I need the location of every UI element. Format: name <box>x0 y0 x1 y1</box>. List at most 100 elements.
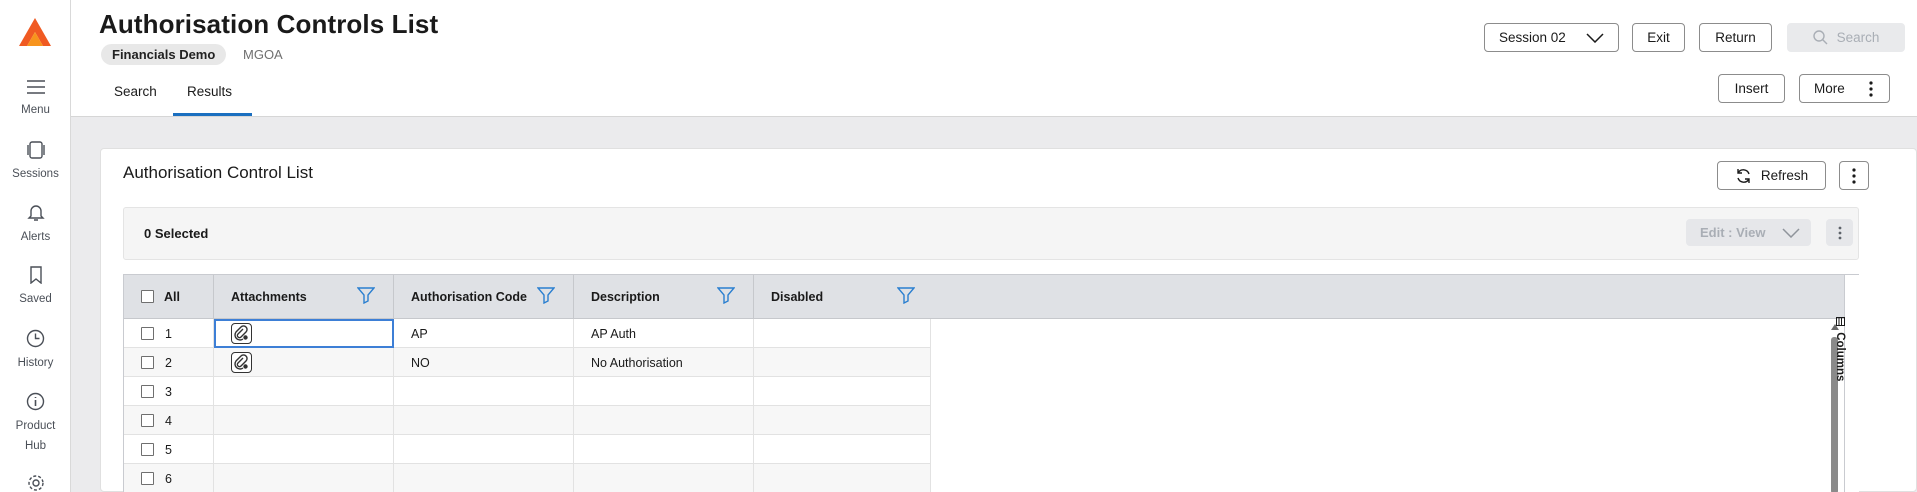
authorisation-code-cell[interactable] <box>394 377 574 406</box>
row-number: 1 <box>165 327 172 341</box>
refresh-button[interactable]: Refresh <box>1717 161 1826 190</box>
row-checkbox[interactable] <box>141 327 154 340</box>
selected-count: 0 Selected <box>144 226 209 241</box>
bell-icon <box>26 205 45 221</box>
vertical-ellipsis-icon <box>1852 167 1856 184</box>
filter-icon[interactable] <box>537 286 555 304</box>
exit-button[interactable]: Exit <box>1632 23 1685 52</box>
attachments-cell[interactable] <box>214 435 394 464</box>
column-header-attachments[interactable]: Attachments <box>214 275 394 318</box>
refresh-icon <box>1737 168 1750 183</box>
authorisation-code-cell[interactable] <box>394 406 574 435</box>
row-number: 4 <box>165 414 172 428</box>
row-select-cell: 6 <box>124 464 214 492</box>
tab-search[interactable]: Search <box>114 84 157 99</box>
session-label: Session 02 <box>1499 30 1566 45</box>
column-header-description[interactable]: Description <box>574 275 754 318</box>
column-header-disabled[interactable]: Disabled <box>754 275 934 318</box>
authorisation-code-cell[interactable]: NO <box>394 348 574 377</box>
row-number: 6 <box>165 472 172 486</box>
disabled-cell[interactable] <box>754 319 931 348</box>
disabled-cell[interactable] <box>754 348 931 377</box>
sidebar-item-menu[interactable]: Menu <box>0 79 71 120</box>
paperclip-icon[interactable] <box>231 352 252 373</box>
results-card: Authorisation Control List Refresh 0 Sel… <box>100 148 1917 492</box>
columns-label: Columns <box>1834 332 1846 382</box>
session-dropdown[interactable]: Session 02 <box>1484 23 1619 52</box>
column-header-authorisation-code[interactable]: Authorisation Code <box>394 275 574 318</box>
attachments-cell[interactable] <box>214 348 394 377</box>
sidebar-item-product-hub[interactable]: Product Hub <box>0 392 71 456</box>
sidebar-item-history[interactable]: History <box>0 329 71 373</box>
sidebar-item-label-2: Hub <box>24 440 47 452</box>
row-number: 5 <box>165 443 172 457</box>
table-row[interactable]: 4 <box>124 406 931 435</box>
selection-bar: 0 Selected Edit : View <box>123 207 1859 260</box>
columns-panel-toggle[interactable]: Columns <box>1834 317 1846 381</box>
chevron-down-icon <box>1782 228 1800 238</box>
card-options-button[interactable] <box>1839 161 1869 190</box>
insert-button[interactable]: Insert <box>1718 74 1785 103</box>
paperclip-icon[interactable] <box>231 323 252 344</box>
vertical-ellipsis-icon <box>1838 226 1841 239</box>
columns-side-panel[interactable] <box>1844 275 1859 492</box>
select-all-label: All <box>164 290 180 304</box>
selection-options-button[interactable] <box>1826 219 1853 246</box>
cell-value: NO <box>411 356 430 370</box>
return-button[interactable]: Return <box>1699 23 1772 52</box>
results-grid: All Attachments Authorisation Code Descr… <box>123 274 1859 492</box>
edit-view-dropdown[interactable]: Edit : View <box>1686 219 1811 246</box>
column-header-label: Attachments <box>231 290 307 304</box>
table-row[interactable]: 1 AP AP Auth <box>124 319 931 348</box>
disabled-cell[interactable] <box>754 377 931 406</box>
sidebar-item-saved[interactable]: Saved <box>0 266 71 309</box>
authorisation-code-cell[interactable]: AP <box>394 319 574 348</box>
attachments-cell[interactable] <box>214 377 394 406</box>
disabled-cell[interactable] <box>754 406 931 435</box>
row-number: 3 <box>165 385 172 399</box>
authorisation-code-cell[interactable] <box>394 464 574 492</box>
select-all-checkbox[interactable] <box>141 290 154 303</box>
disabled-cell[interactable] <box>754 464 931 492</box>
description-cell[interactable] <box>574 377 754 406</box>
table-row[interactable]: 3 <box>124 377 931 406</box>
table-row[interactable]: 5 <box>124 435 931 464</box>
sidebar-item-sessions[interactable]: Sessions <box>0 141 71 184</box>
filter-icon[interactable] <box>897 286 915 304</box>
description-cell[interactable] <box>574 435 754 464</box>
sidebar-item-label: Alerts <box>20 231 51 243</box>
table-row[interactable]: 6 <box>124 464 931 492</box>
tab-results[interactable]: Results <box>187 84 232 99</box>
attachments-cell[interactable] <box>214 406 394 435</box>
table-row[interactable]: 2 NO No Authorisation <box>124 348 931 377</box>
page-header: Authorisation Controls List Financials D… <box>71 0 1917 117</box>
attachments-cell[interactable] <box>214 464 394 492</box>
row-checkbox[interactable] <box>141 356 154 369</box>
attachments-cell[interactable] <box>214 319 394 348</box>
row-select-cell: 4 <box>124 406 214 435</box>
grid-header-row: All Attachments Authorisation Code Descr… <box>124 275 1844 319</box>
more-button[interactable]: More <box>1799 74 1890 103</box>
sessions-icon <box>26 141 45 159</box>
sidebar-item-alerts[interactable]: Alerts <box>0 203 71 247</box>
app-logo[interactable] <box>17 16 53 48</box>
description-cell[interactable] <box>574 406 754 435</box>
description-cell[interactable]: No Authorisation <box>574 348 754 377</box>
card-title: Authorisation Control List <box>123 163 313 182</box>
row-checkbox[interactable] <box>141 472 154 485</box>
clock-icon <box>26 329 45 348</box>
filter-icon[interactable] <box>357 286 375 304</box>
row-checkbox[interactable] <box>141 385 154 398</box>
sidebar-item-settings[interactable] <box>0 474 71 492</box>
left-sidebar: Menu Sessions Alerts Saved History Produ… <box>0 0 71 492</box>
edit-view-label: Edit : View <box>1700 225 1766 240</box>
search-button[interactable]: Search <box>1787 23 1905 52</box>
description-cell[interactable] <box>574 464 754 492</box>
filter-icon[interactable] <box>717 286 735 304</box>
row-checkbox[interactable] <box>141 414 154 427</box>
description-cell[interactable]: AP Auth <box>574 319 754 348</box>
disabled-cell[interactable] <box>754 435 931 464</box>
row-checkbox[interactable] <box>141 443 154 456</box>
authorisation-code-cell[interactable] <box>394 435 574 464</box>
cell-value: AP Auth <box>591 327 636 341</box>
